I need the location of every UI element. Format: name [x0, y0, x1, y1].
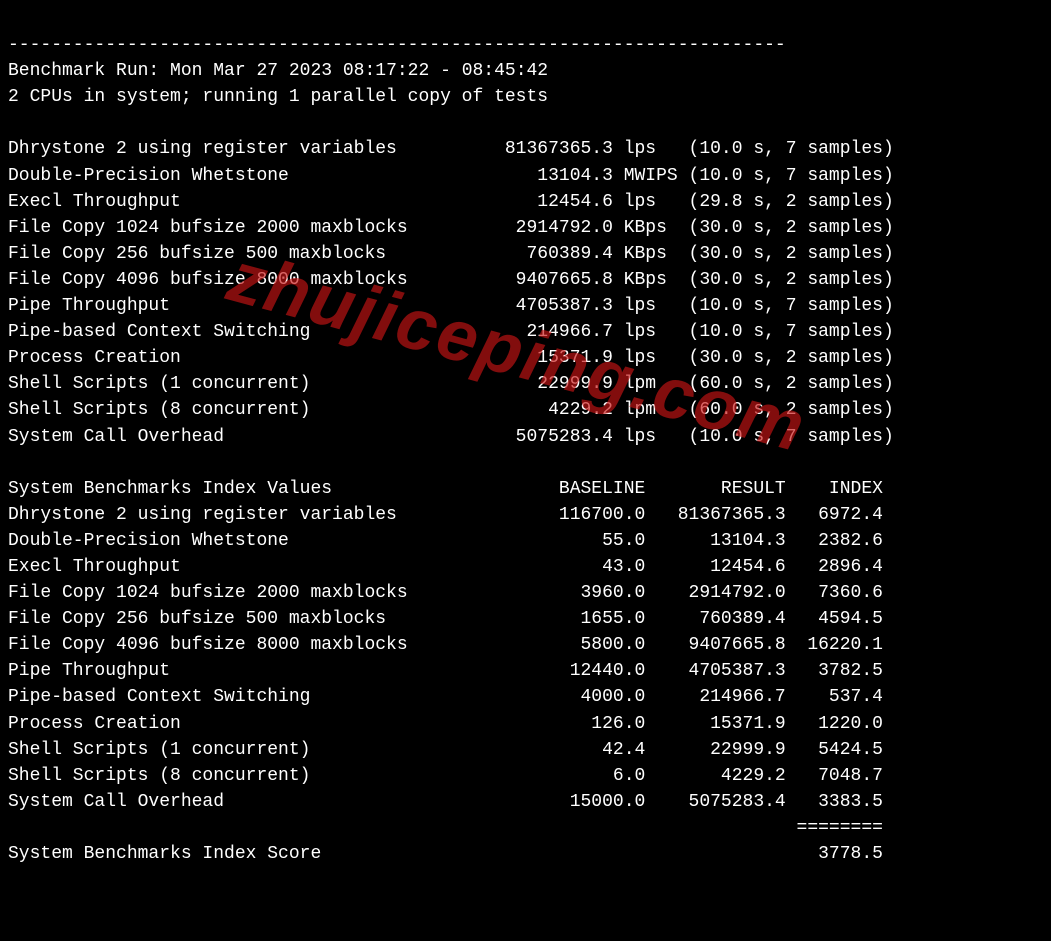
benchmark-run-line: Benchmark Run: Mon Mar 27 2023 08:17:22 … [8, 61, 548, 81]
score-separator-line: ======== [8, 818, 883, 838]
cpu-info-line: 2 CPUs in system; running 1 parallel cop… [8, 87, 548, 107]
index-header-line: System Benchmarks Index Values BASELINE … [8, 479, 883, 499]
terminal-output: ----------------------------------------… [0, 0, 1051, 899]
index-block: Dhrystone 2 using register variables 116… [8, 505, 883, 812]
separator-line: ----------------------------------------… [8, 35, 786, 55]
score-line: System Benchmarks Index Score 3778.5 [8, 844, 883, 864]
tests-block: Dhrystone 2 using register variables 813… [8, 139, 894, 446]
